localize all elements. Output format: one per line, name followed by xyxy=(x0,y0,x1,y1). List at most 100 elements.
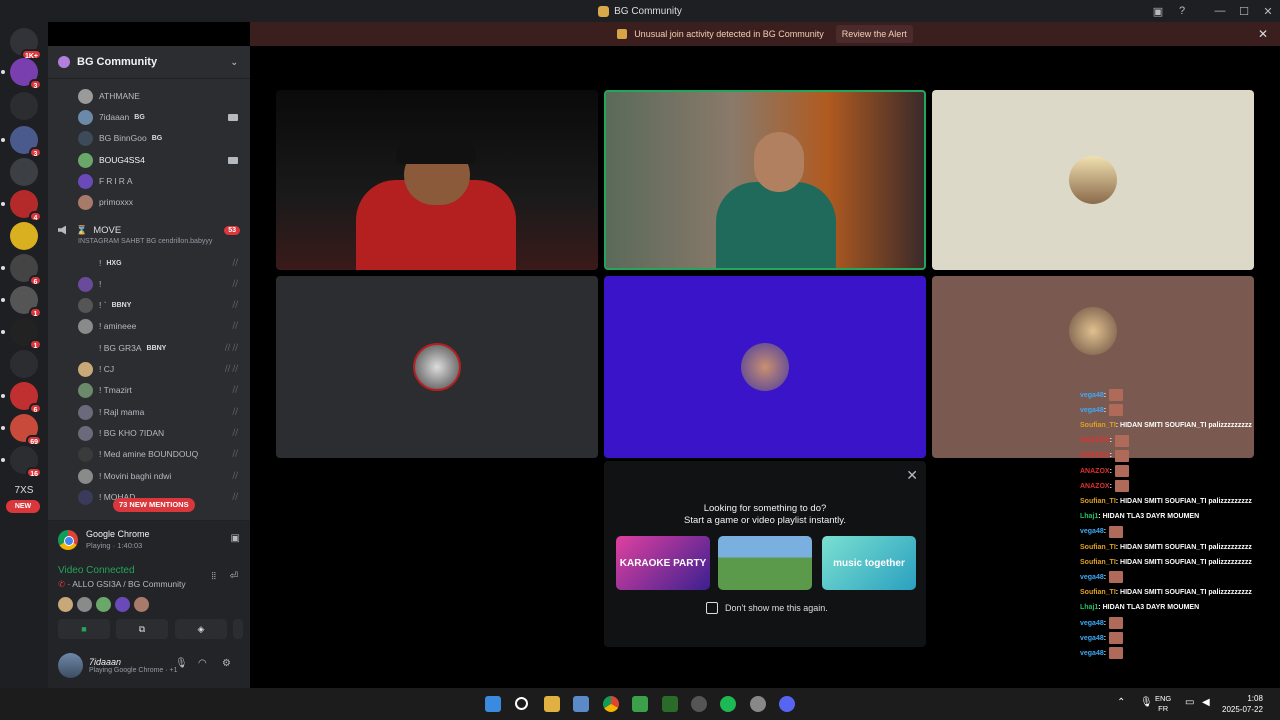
voice-user[interactable]: ! ` BBNY xyxy=(78,296,131,314)
search-icon[interactable] xyxy=(515,697,528,710)
voice-user[interactable]: ! Med amine BOUNDOUQ xyxy=(78,445,198,463)
noise-icon[interactable]: ⦙⦙ xyxy=(212,571,216,582)
close-alert-icon[interactable]: ✕ xyxy=(1258,27,1268,41)
windows-start-icon[interactable] xyxy=(485,696,501,712)
voice-user[interactable]: ! BG KHO 7IDAN xyxy=(78,424,164,442)
settings-icon[interactable] xyxy=(750,696,766,712)
badge: 1 xyxy=(29,339,42,350)
server-icon-9[interactable]: 1 xyxy=(1,318,42,350)
settings-gear-icon[interactable]: ⚙ xyxy=(222,658,231,669)
microphone-icon[interactable]: 🎙︎ xyxy=(175,658,188,669)
store-icon[interactable] xyxy=(573,696,589,712)
voice-user[interactable]: ! xyxy=(78,275,101,293)
video-tile-4[interactable] xyxy=(276,276,598,458)
voice-user[interactable]: BOUG4SS4 xyxy=(78,151,145,169)
video-tile-speaking[interactable] xyxy=(604,90,926,270)
user-tag: BG xyxy=(151,134,163,142)
server-icon-13[interactable]: 16 xyxy=(1,446,42,478)
server-icon-8[interactable]: 1 xyxy=(1,286,42,318)
server-icon-2[interactable] xyxy=(10,92,38,120)
server-icon-10[interactable] xyxy=(10,350,38,378)
music-together-card[interactable]: music together xyxy=(822,536,916,590)
server-icon-7[interactable]: 6 xyxy=(1,254,42,286)
video-tile-1[interactable] xyxy=(276,90,598,270)
server-icon-5[interactable]: 4 xyxy=(1,190,42,222)
server-icon-11[interactable]: 6 xyxy=(1,382,42,414)
voice-user[interactable]: 7idaaan BG xyxy=(78,108,145,126)
video-tile-5[interactable] xyxy=(604,276,926,458)
activity-button[interactable]: ◈ xyxy=(175,619,227,639)
file-explorer-icon[interactable] xyxy=(544,696,560,712)
language-indicator[interactable]: ENG FR xyxy=(1155,694,1171,714)
server-icon-12[interactable]: 69 xyxy=(1,414,42,446)
voice-user[interactable]: ! Tmazirt xyxy=(78,381,132,399)
chat-text: : xyxy=(1109,482,1112,490)
avatar[interactable] xyxy=(134,597,149,612)
voice-user[interactable]: ! amineee xyxy=(78,317,136,335)
channel-status: INSTAGRAM SAHBT BG cendrillon.babyyy xyxy=(78,238,213,245)
new-pill[interactable]: NEW xyxy=(6,500,40,513)
disconnect-icon[interactable]: ⏎ xyxy=(230,571,238,582)
server-icon-1[interactable]: 3 xyxy=(1,58,42,90)
server-icon-4[interactable] xyxy=(10,158,38,186)
headphones-icon[interactable]: ◠ xyxy=(198,658,207,669)
emote-icon xyxy=(1109,389,1124,401)
video-tile-3[interactable] xyxy=(932,90,1254,270)
voice-user[interactable]: ATHMANE xyxy=(78,87,140,105)
close-icon[interactable]: ✕ xyxy=(906,467,918,484)
server-label-7xs[interactable]: 7XS xyxy=(0,485,48,496)
avatar[interactable] xyxy=(58,597,73,612)
user-name: primoxxx xyxy=(99,197,134,207)
game-card-2[interactable] xyxy=(718,536,812,590)
chrome-icon[interactable] xyxy=(603,696,619,712)
soundboard-button[interactable] xyxy=(233,619,243,639)
close-window-button[interactable]: ✕ xyxy=(1256,5,1280,18)
screen-share-button[interactable]: ⧉ xyxy=(116,619,168,639)
minimize-button[interactable]: — xyxy=(1208,5,1232,17)
review-alert-button[interactable]: Review the Alert xyxy=(835,25,913,43)
voice-user[interactable]: ! HXG xyxy=(78,254,122,272)
clock[interactable]: 1:08 2025-07-22 xyxy=(1222,693,1263,715)
dont-show-checkbox[interactable] xyxy=(706,602,718,614)
current-user[interactable]: 7idaaan Playing Google Chrome · +1 xyxy=(58,653,178,678)
activity-row[interactable]: Google Chrome Playing · 1:40:03 xyxy=(58,529,150,550)
avatar[interactable] xyxy=(96,597,111,612)
avatar[interactable] xyxy=(77,597,92,612)
help-icon[interactable]: ? xyxy=(1170,5,1194,17)
camera-button[interactable]: ■ xyxy=(58,619,110,639)
karaoke-party-card[interactable]: KARAOKE PARTY xyxy=(616,536,710,590)
spotify-icon[interactable] xyxy=(720,696,736,712)
voice-user[interactable]: ! Movini baghi ndwi xyxy=(78,467,171,485)
chevron-down-icon[interactable]: ⌄ xyxy=(230,57,238,68)
voice-user[interactable]: BG BinnGoo BG xyxy=(78,129,162,147)
voice-user[interactable]: ! Rajl mama xyxy=(78,403,144,421)
avatar[interactable] xyxy=(115,597,130,612)
app-icon[interactable] xyxy=(691,696,707,712)
maximize-button[interactable]: ☐ xyxy=(1232,5,1256,18)
volume-icon[interactable]: ◀︎ xyxy=(1202,697,1210,708)
new-mentions-pill[interactable]: 73 NEW MENTIONS xyxy=(113,498,195,512)
app-icon[interactable] xyxy=(632,696,648,712)
stream-icon[interactable]: ▣ xyxy=(231,533,240,544)
phone-icon: ✆ xyxy=(58,579,66,589)
deafened-icon: ⧸⧸ xyxy=(232,449,238,458)
voice-user[interactable]: ! CJ xyxy=(78,360,114,378)
play-icon[interactable] xyxy=(662,696,678,712)
voice-user[interactable]: primoxxx xyxy=(78,193,133,211)
inbox-icon[interactable]: ▣ xyxy=(1146,5,1170,18)
server-icon-6[interactable] xyxy=(10,222,38,250)
server-header[interactable]: BG Community ⌄ xyxy=(48,46,250,79)
chat-username: Soufian_TI xyxy=(1080,589,1116,597)
voice-user[interactable]: FRIRA xyxy=(78,172,135,190)
picker-heading: Looking for something to do? xyxy=(703,503,827,514)
chevron-up-icon[interactable]: ⌃ xyxy=(1117,697,1125,708)
voice-channel-move[interactable]: ⌛ MOVE 53 xyxy=(58,222,240,238)
network-icon[interactable]: ▭ xyxy=(1185,697,1194,708)
voice-user[interactable]: ! BG GR3A BBNY xyxy=(78,339,166,357)
discord-icon[interactable] xyxy=(779,696,795,712)
server-icon-3[interactable]: 3 xyxy=(1,126,42,158)
home-button[interactable]: 1K+ xyxy=(10,28,42,60)
microphone-icon[interactable]: 🎙︎ xyxy=(1140,697,1153,708)
voice-channel-link[interactable]: ✆ · ALLO GSI3A / BG Community xyxy=(58,579,186,590)
deafened-icon: ⧸⧸ xyxy=(232,428,238,437)
